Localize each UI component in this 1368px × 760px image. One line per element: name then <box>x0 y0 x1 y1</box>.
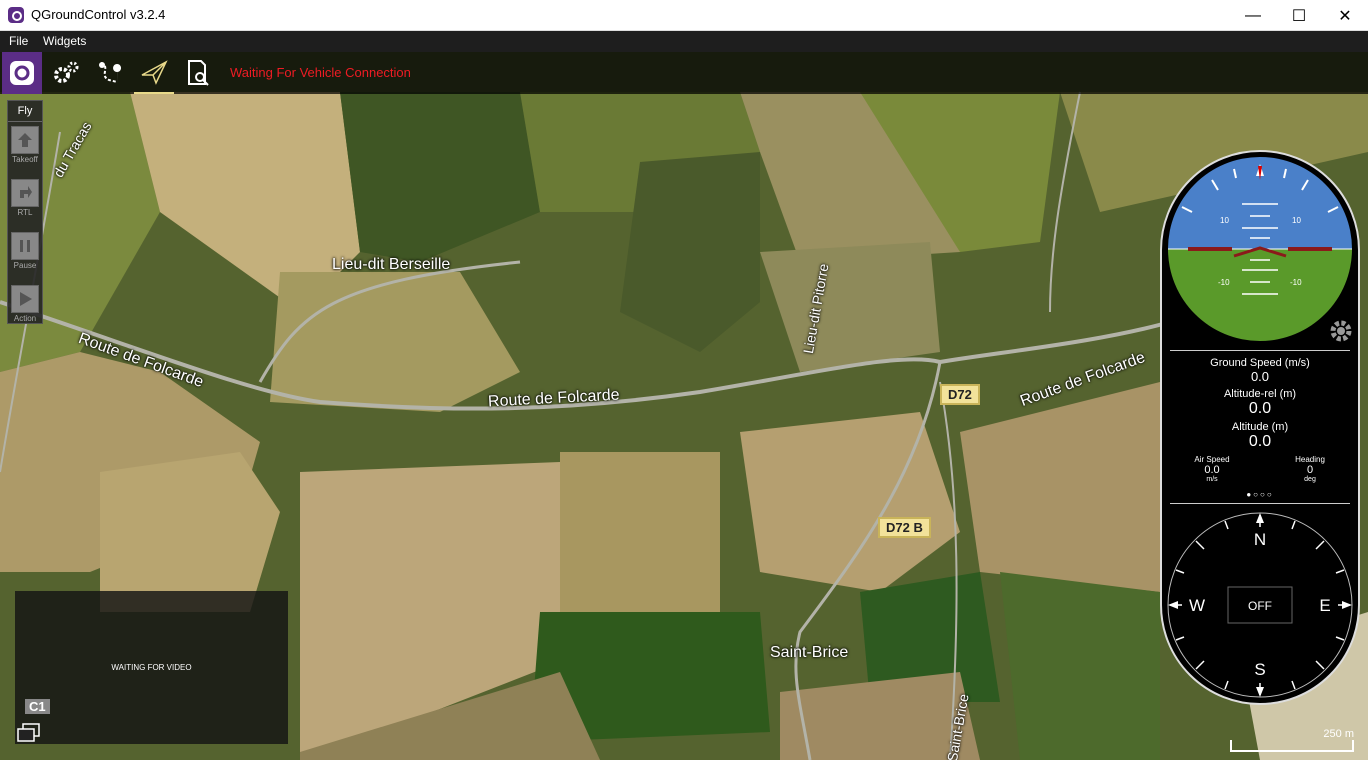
divider-bottom <box>1170 503 1350 504</box>
compass-n: N <box>1254 530 1266 549</box>
minimize-button[interactable]: — <box>1230 0 1276 31</box>
paper-plane-icon <box>141 60 168 85</box>
pitch-label-down-left: -10 <box>1218 278 1230 287</box>
heading-label: Heading <box>1295 455 1325 464</box>
fly-tools-header: Fly <box>8 101 42 122</box>
compass: N S W E OFF <box>1167 512 1353 698</box>
road-sign-d72: D72 <box>940 384 980 405</box>
pitch-label-down-right: -10 <box>1290 278 1302 287</box>
plan-view-button[interactable] <box>90 52 130 94</box>
altitude-rel-value: 0.0 <box>1248 400 1272 417</box>
divider-top <box>1170 350 1350 351</box>
action-label: Action <box>13 314 37 323</box>
map-scale: 250 m <box>1230 728 1354 752</box>
air-speed-unit: m/s <box>1206 476 1218 483</box>
gear-icon[interactable] <box>1328 318 1354 344</box>
fly-view-button[interactable] <box>134 52 174 94</box>
gears-icon <box>54 61 79 83</box>
map-label-c1: C1 <box>25 699 50 714</box>
compass-s: S <box>1254 660 1265 679</box>
heading-value: 0 <box>1306 464 1314 476</box>
ground-speed-label: Ground Speed (m/s) <box>1210 357 1310 369</box>
map-label-lieudit: Lieu-dit Berseille <box>332 256 451 273</box>
video-panel[interactable]: WAITING FOR VIDEO C1 <box>15 591 288 744</box>
air-speed-value: 0.0 <box>1204 464 1220 476</box>
qgc-logo-button[interactable] <box>2 52 42 94</box>
compass-mode: OFF <box>1248 599 1272 613</box>
menu-bar: File Widgets <box>0 31 1368 52</box>
compass-w: W <box>1189 596 1205 615</box>
qgc-logo-icon <box>10 61 34 85</box>
rtl-tool[interactable]: RTL <box>8 179 42 228</box>
altitude-label: Altitude (m) <box>1231 421 1289 433</box>
settings-button[interactable] <box>46 52 86 94</box>
video-status: WAITING FOR VIDEO <box>111 663 192 672</box>
altitude-rel-label: Altitude-rel (m) <box>1223 388 1297 400</box>
maximize-button[interactable]: ☐ <box>1276 0 1322 31</box>
road-sign-d72b: D72 B <box>878 517 931 538</box>
connection-status: Waiting For Vehicle Connection <box>230 65 411 80</box>
map-scale-label: 250 m <box>1323 728 1354 740</box>
pause-icon <box>11 232 39 260</box>
menu-widgets[interactable]: Widgets <box>43 34 86 48</box>
values-display: Ground Speed (m/s) 0.0 Altitude-rel (m) … <box>1162 352 1358 499</box>
qgc-app: QGroundControl v3.2.4 — ☐ ✕ File Widgets <box>0 0 1368 760</box>
waypoint-route-icon <box>99 62 122 84</box>
menu-file[interactable]: File <box>9 34 28 48</box>
map-label-saintbrice: Saint-Brice <box>770 644 849 661</box>
window-title-bar: QGroundControl v3.2.4 — ☐ ✕ <box>0 0 1368 31</box>
play-icon <box>11 285 39 313</box>
fly-tools-panel: Fly Takeoff RTL Pause Action <box>7 100 43 324</box>
pitch-label-up-left: 10 <box>1220 216 1229 225</box>
page-indicator[interactable]: ●○○○ <box>1162 490 1358 499</box>
ground-speed-value: 0.0 <box>1250 369 1270 384</box>
action-tool[interactable]: Action <box>8 285 42 334</box>
takeoff-label: Takeoff <box>12 155 38 164</box>
switch-view-icon[interactable] <box>17 723 41 743</box>
heading-unit: deg <box>1304 476 1316 483</box>
close-button[interactable]: ✕ <box>1322 0 1368 31</box>
pause-tool[interactable]: Pause <box>8 232 42 281</box>
takeoff-tool[interactable]: Takeoff <box>8 126 42 175</box>
pause-label: Pause <box>13 261 37 270</box>
pitch-label-up-right: 10 <box>1292 216 1301 225</box>
instrument-panel: 10 10 -10 -10 Ground Speed (m/s) 0.0 Alt… <box>1160 150 1360 705</box>
main-toolbar: Waiting For Vehicle Connection <box>0 52 1368 94</box>
compass-e: E <box>1319 596 1330 615</box>
air-speed-label: Air Speed <box>1194 455 1230 464</box>
analyze-button[interactable] <box>178 52 218 94</box>
altitude-value: 0.0 <box>1248 433 1272 450</box>
rtl-icon <box>11 179 39 207</box>
rtl-label: RTL <box>17 208 33 217</box>
takeoff-icon <box>11 126 39 154</box>
window-title: QGroundControl v3.2.4 <box>31 7 166 22</box>
app-logo-icon <box>8 7 24 23</box>
document-search-icon <box>188 60 209 86</box>
